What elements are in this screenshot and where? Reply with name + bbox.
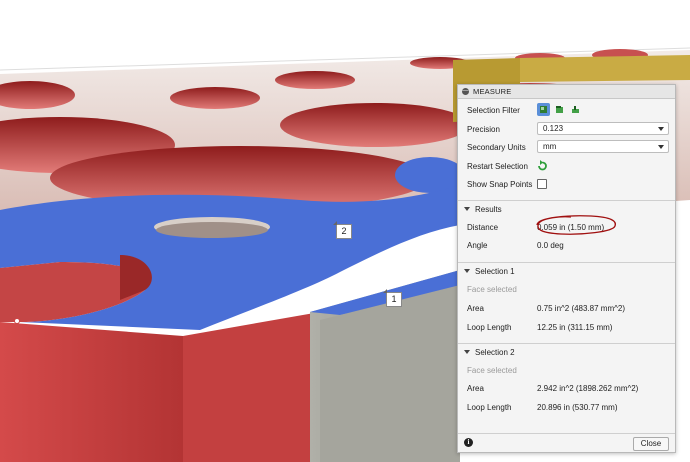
chevron-down-icon bbox=[658, 145, 664, 149]
selection2-status: Face selected bbox=[467, 365, 517, 375]
collapse-icon[interactable]: — bbox=[462, 88, 469, 95]
secondary-units-value: mm bbox=[543, 142, 557, 151]
select-edge-icon[interactable] bbox=[569, 103, 582, 116]
measure-panel: — MEASURE Selection Filter Precision 0.1… bbox=[457, 84, 676, 453]
restart-selection-row: Restart Selection bbox=[467, 158, 669, 174]
selection2-header: Selection 2 bbox=[475, 347, 515, 357]
results-header: Results bbox=[475, 204, 502, 214]
precision-value: 0.123 bbox=[543, 124, 564, 133]
secondary-units-row: Secondary Units mm bbox=[467, 139, 669, 155]
selection-filter-row: Selection Filter bbox=[467, 102, 669, 118]
distance-row: Distance 0.059 in (1.50 mm) bbox=[467, 215, 669, 235]
selection-filter-label: Selection Filter bbox=[467, 105, 520, 115]
precision-dropdown[interactable]: 0.123 bbox=[537, 122, 669, 135]
distance-label: Distance bbox=[467, 222, 499, 232]
select-face-icon[interactable] bbox=[553, 103, 566, 116]
panel-title: MEASURE bbox=[473, 87, 512, 96]
selection1-section-header[interactable]: Selection 1 bbox=[458, 262, 675, 279]
angle-row: Angle 0.0 deg bbox=[467, 237, 669, 253]
selection1-status: Face selected bbox=[467, 284, 517, 294]
selection1-area-label: Area bbox=[467, 303, 484, 313]
selection2-loop-label: Loop Length bbox=[467, 402, 512, 412]
snap-points-row: Show Snap Points bbox=[467, 176, 669, 192]
selection2-status-row: Face selected bbox=[467, 362, 669, 378]
selection1-loop-value: 12.25 in (311.15 mm) bbox=[537, 322, 613, 332]
selection-marker-2: 2 bbox=[333, 221, 352, 239]
selection1-area-row: Area 0.75 in^2 (483.87 mm^2) bbox=[467, 300, 669, 316]
selection2-loop-value: 20.896 in (530.77 mm) bbox=[537, 402, 618, 412]
panel-titlebar[interactable]: — MEASURE bbox=[458, 85, 675, 99]
restart-icon[interactable] bbox=[537, 160, 548, 173]
selection1-status-row: Face selected bbox=[467, 281, 669, 297]
select-body-icon[interactable] bbox=[537, 103, 550, 116]
selection1-header: Selection 1 bbox=[475, 266, 515, 276]
selection2-area-row: Area 2.942 in^2 (1898.262 mm^2) bbox=[467, 380, 669, 396]
chevron-down-icon bbox=[658, 127, 664, 131]
collapse-triangle-icon bbox=[464, 350, 470, 354]
selection2-area-label: Area bbox=[467, 383, 484, 393]
secondary-units-dropdown[interactable]: mm bbox=[537, 140, 669, 153]
selection2-section-header[interactable]: Selection 2 bbox=[458, 343, 675, 360]
close-button[interactable]: Close bbox=[633, 437, 669, 451]
selection1-loop-label: Loop Length bbox=[467, 322, 512, 332]
selection-marker-1: 1 bbox=[383, 289, 402, 307]
selection2-loop-row: Loop Length 20.896 in (530.77 mm) bbox=[467, 399, 669, 415]
angle-label: Angle bbox=[467, 240, 488, 250]
selection1-area-value: 0.75 in^2 (483.87 mm^2) bbox=[537, 303, 625, 313]
angle-value: 0.0 deg bbox=[537, 240, 564, 250]
panel-footer: i Close bbox=[458, 433, 675, 452]
annotation-circle bbox=[536, 215, 617, 235]
snap-point bbox=[14, 318, 20, 324]
snap-points-label: Show Snap Points bbox=[467, 179, 533, 189]
restart-selection-label: Restart Selection bbox=[467, 161, 528, 171]
selection2-area-value: 2.942 in^2 (1898.262 mm^2) bbox=[537, 383, 639, 393]
snap-points-checkbox[interactable] bbox=[537, 179, 547, 189]
collapse-triangle-icon bbox=[464, 269, 470, 273]
collapse-triangle-icon bbox=[464, 207, 470, 211]
selection1-loop-row: Loop Length 12.25 in (311.15 mm) bbox=[467, 319, 669, 335]
info-icon[interactable]: i bbox=[464, 438, 473, 447]
secondary-units-label: Secondary Units bbox=[467, 142, 526, 152]
precision-row: Precision 0.123 bbox=[467, 121, 669, 137]
precision-label: Precision bbox=[467, 124, 500, 134]
